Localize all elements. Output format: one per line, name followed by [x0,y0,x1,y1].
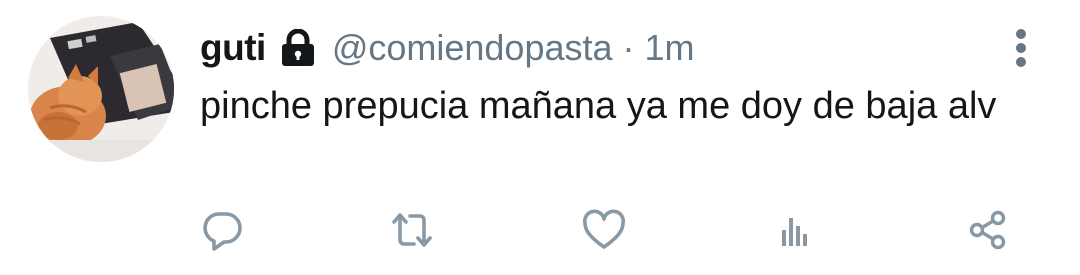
avatar[interactable] [28,16,174,162]
tweet-text: pinche prepucia mañana ya me doy de baja… [200,85,997,127]
more-vertical-icon[interactable] [1008,28,1034,70]
share-icon [969,210,1006,250]
like-button[interactable] [580,206,628,254]
analytics-icon [782,218,807,246]
separator-dot: · [622,27,635,68]
lock-icon [280,28,316,67]
reply-icon [203,212,242,251]
tweet-header: guti @comiendopasta · 1m [200,26,695,70]
display-name[interactable]: guti [200,27,266,69]
user-handle[interactable]: @comiendopasta [332,27,613,69]
retweet-icon [392,213,432,247]
analytics-button[interactable] [770,206,818,254]
reply-button[interactable] [198,206,246,254]
timestamp[interactable]: 1m [645,27,695,69]
share-button[interactable] [964,206,1012,254]
heart-icon [583,209,625,249]
retweet-button[interactable] [388,206,436,254]
tweet[interactable]: guti @comiendopasta · 1m pinche prepucia… [0,0,1080,275]
